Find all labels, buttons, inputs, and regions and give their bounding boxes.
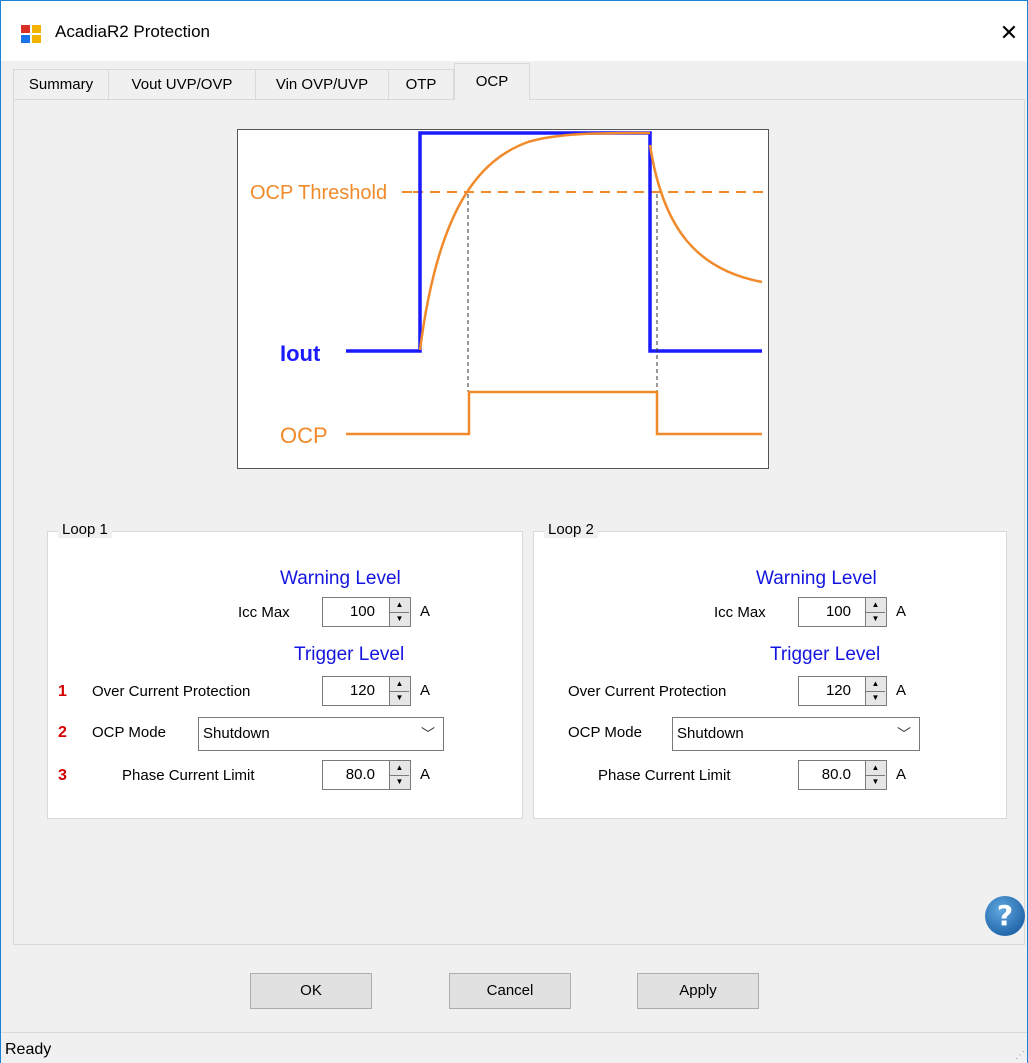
spin-down-icon[interactable]: ▼	[390, 691, 409, 705]
loop-2-ocp-mode-select[interactable]: Shutdown ﹀	[672, 717, 920, 751]
spin-up-icon[interactable]: ▲	[866, 677, 885, 692]
spin-down-icon[interactable]: ▼	[866, 612, 885, 626]
tab-vout-uvp-ovp[interactable]: Vout UVP/OVP	[108, 69, 256, 99]
loop-2-ocp-mode-value: Shutdown	[677, 725, 744, 742]
loop-2-phase-stepper[interactable]: 80.0 ▲ ▼ A	[798, 760, 918, 790]
loop-2-legend: Loop 2	[544, 521, 598, 538]
loop-2-icc-max-stepper[interactable]: 100 ▲ ▼ A	[798, 597, 918, 627]
loop-2-mode-label: OCP Mode	[568, 724, 642, 741]
ok-button[interactable]: OK	[250, 973, 372, 1009]
loop-1-ocp-value[interactable]: 120	[322, 676, 390, 706]
iout-trace	[346, 131, 762, 353]
loop-1-warning-heading: Warning Level	[280, 568, 401, 589]
loop-2-group: Loop 2 Warning Level Icc Max 100 ▲ ▼ A T…	[533, 521, 1007, 819]
dialog-window: AcadiaR2 Protection ✕ Summary Vout UVP/O…	[0, 0, 1028, 1063]
unit-label: A	[896, 603, 907, 620]
cancel-button[interactable]: Cancel	[449, 973, 571, 1009]
tab-ocp[interactable]: OCP	[454, 63, 530, 100]
ocp-signal-label: OCP	[280, 423, 328, 448]
loop-1-phase-stepper[interactable]: 80.0 ▲ ▼ A	[322, 760, 442, 790]
tab-summary[interactable]: Summary	[13, 69, 109, 99]
chevron-down-icon: ﹀	[897, 726, 911, 742]
step-3-marker: 3	[58, 767, 67, 784]
loop-1-phase-value[interactable]: 80.0	[322, 760, 390, 790]
unit-label: A	[896, 682, 907, 699]
apply-button[interactable]: Apply	[637, 973, 759, 1009]
loop-2-ocp-label: Over Current Protection	[568, 683, 727, 700]
ocp-waveform-svg: OCP Threshold Iout OCP	[250, 131, 766, 448]
loop-2-icc-max-value[interactable]: 100	[798, 597, 866, 627]
step-1-marker: 1	[58, 683, 67, 700]
loop-1-icc-max-stepper[interactable]: 100 ▲ ▼ A	[322, 597, 442, 627]
loop-1-ocp-mode-value: Shutdown	[203, 725, 270, 742]
tab-vin-ovp-uvp[interactable]: Vin OVP/UVP	[255, 69, 389, 99]
unit-label: A	[420, 603, 431, 620]
loop-2-icc-max-label: Icc Max	[714, 604, 766, 621]
status-text: Ready	[5, 1041, 52, 1058]
chevron-down-icon: ﹀	[421, 726, 435, 742]
unit-label: A	[420, 682, 431, 699]
help-icon[interactable]: ?	[985, 896, 1025, 936]
threshold-label: OCP Threshold	[250, 182, 387, 204]
loop-1-trigger-heading: Trigger Level	[294, 644, 405, 665]
unit-label: A	[896, 766, 907, 783]
loop-1-legend: Loop 1	[58, 521, 112, 538]
spin-up-icon[interactable]: ▲	[866, 598, 885, 613]
loop-1-phase-label: Phase Current Limit	[122, 767, 255, 784]
loop-1-ocp-label: Over Current Protection	[92, 683, 251, 700]
loop-2-phase-value[interactable]: 80.0	[798, 760, 866, 790]
spin-down-icon[interactable]: ▼	[390, 775, 409, 789]
loop-1-ocp-mode-select[interactable]: Shutdown ﹀	[198, 717, 444, 751]
step-2-marker: 2	[58, 724, 67, 741]
tab-otp[interactable]: OTP	[388, 69, 454, 99]
resize-grip-icon[interactable]: ⋰	[1015, 1050, 1025, 1061]
current-rise-curve	[418, 131, 651, 351]
status-bar: Ready ⋰	[1, 1032, 1027, 1063]
title-bar: AcadiaR2 Protection ✕	[1, 1, 1027, 61]
spin-up-icon[interactable]: ▲	[390, 677, 409, 692]
spin-down-icon[interactable]: ▼	[866, 691, 885, 705]
ocp-diagram: OCP Threshold Iout OCP	[237, 129, 769, 469]
loop-2-trigger-heading: Trigger Level	[770, 644, 881, 665]
spin-up-icon[interactable]: ▲	[390, 598, 409, 613]
loop-2-ocp-value[interactable]: 120	[798, 676, 866, 706]
unit-label: A	[420, 766, 431, 783]
app-icon	[21, 25, 41, 43]
loop-1-icc-max-value[interactable]: 100	[322, 597, 390, 627]
loop-2-ocp-stepper[interactable]: 120 ▲ ▼ A	[798, 676, 918, 706]
spin-down-icon[interactable]: ▼	[866, 775, 885, 789]
iout-label: Iout	[280, 341, 321, 366]
loop-2-warning-heading: Warning Level	[756, 568, 877, 589]
loop-1-mode-label: OCP Mode	[92, 724, 166, 741]
current-decay-curve	[648, 144, 763, 284]
spin-down-icon[interactable]: ▼	[390, 612, 409, 626]
loop-1-icc-max-label: Icc Max	[238, 604, 290, 621]
close-icon[interactable]: ✕	[991, 15, 1027, 51]
spin-up-icon[interactable]: ▲	[866, 761, 885, 776]
loop-1-group: Loop 1 Warning Level Icc Max 100 ▲ ▼ A T…	[47, 521, 523, 819]
ocp-trace	[346, 390, 762, 436]
loop-1-ocp-stepper[interactable]: 120 ▲ ▼ A	[322, 676, 442, 706]
loop-2-phase-label: Phase Current Limit	[598, 767, 731, 784]
window-title: AcadiaR2 Protection	[55, 22, 210, 41]
spin-up-icon[interactable]: ▲	[390, 761, 409, 776]
